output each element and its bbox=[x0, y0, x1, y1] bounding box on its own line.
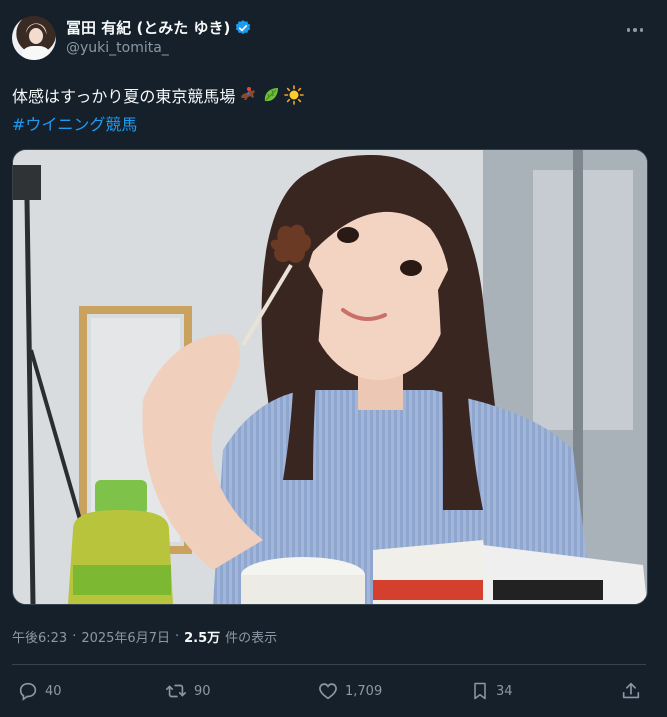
photo-illustration bbox=[13, 150, 647, 604]
avatar[interactable] bbox=[12, 16, 56, 60]
horse-racing-icon bbox=[241, 87, 256, 100]
avatar-face bbox=[29, 28, 43, 44]
more-dot bbox=[626, 28, 631, 32]
author-handle[interactable]: @yuki_tomita_ bbox=[66, 40, 169, 56]
bookmark-button[interactable]: 34 bbox=[470, 680, 513, 702]
meta-separator: · bbox=[174, 629, 180, 644]
share-icon bbox=[622, 682, 640, 699]
divider bbox=[12, 664, 646, 665]
meta-separator: · bbox=[72, 629, 77, 644]
view-count-label: 件の表示 bbox=[225, 631, 278, 646]
tweet-text: 体感はすっかり夏の東京競馬場 bbox=[12, 83, 305, 107]
retweet-count: 90 bbox=[194, 683, 211, 699]
share-button[interactable] bbox=[620, 680, 642, 702]
bookmark-count: 34 bbox=[496, 683, 513, 699]
sun-icon bbox=[284, 85, 305, 105]
hashtag-link[interactable]: #ウイニング競馬 bbox=[12, 111, 137, 135]
author-display-name[interactable]: 冨田 有紀 (とみた ゆき) bbox=[66, 17, 230, 38]
tweet-meta: 午後6:23 · 2025年6月7日 · 2.5万 件の表示 bbox=[12, 627, 277, 646]
bookmark-icon bbox=[474, 682, 486, 700]
view-count[interactable]: 2.5万 bbox=[184, 627, 220, 646]
reply-count: 40 bbox=[45, 683, 62, 699]
more-dot bbox=[633, 28, 637, 32]
tweet-time[interactable]: 午後6:23 bbox=[12, 627, 67, 646]
heart-icon bbox=[319, 683, 337, 700]
leaf-icon bbox=[265, 88, 279, 102]
more-dot bbox=[639, 28, 644, 32]
author-name-row[interactable]: 冨田 有紀 (とみた ゆき) bbox=[66, 17, 252, 38]
tweet-photo[interactable] bbox=[12, 149, 648, 605]
like-button[interactable]: 1,709 bbox=[317, 680, 382, 702]
reply-button[interactable]: 40 bbox=[17, 680, 62, 702]
like-count: 1,709 bbox=[345, 683, 383, 699]
retweet-button[interactable]: 90 bbox=[164, 680, 211, 702]
tweet-text-body: 体感はすっかり夏の東京競馬場 bbox=[12, 87, 236, 106]
action-bar: 40 90 1,709 34 bbox=[12, 680, 646, 704]
avatar-body bbox=[22, 46, 50, 60]
tweet-date[interactable]: 2025年6月7日 bbox=[81, 627, 170, 646]
tweet-card: 冨田 有紀 (とみた ゆき) @yuki_tomita_ 体感はすっかり夏の東京… bbox=[0, 0, 667, 717]
reply-icon bbox=[19, 682, 37, 701]
more-options-icon[interactable] bbox=[620, 20, 650, 40]
retweet-icon bbox=[166, 684, 186, 698]
verified-badge-icon bbox=[236, 19, 251, 34]
